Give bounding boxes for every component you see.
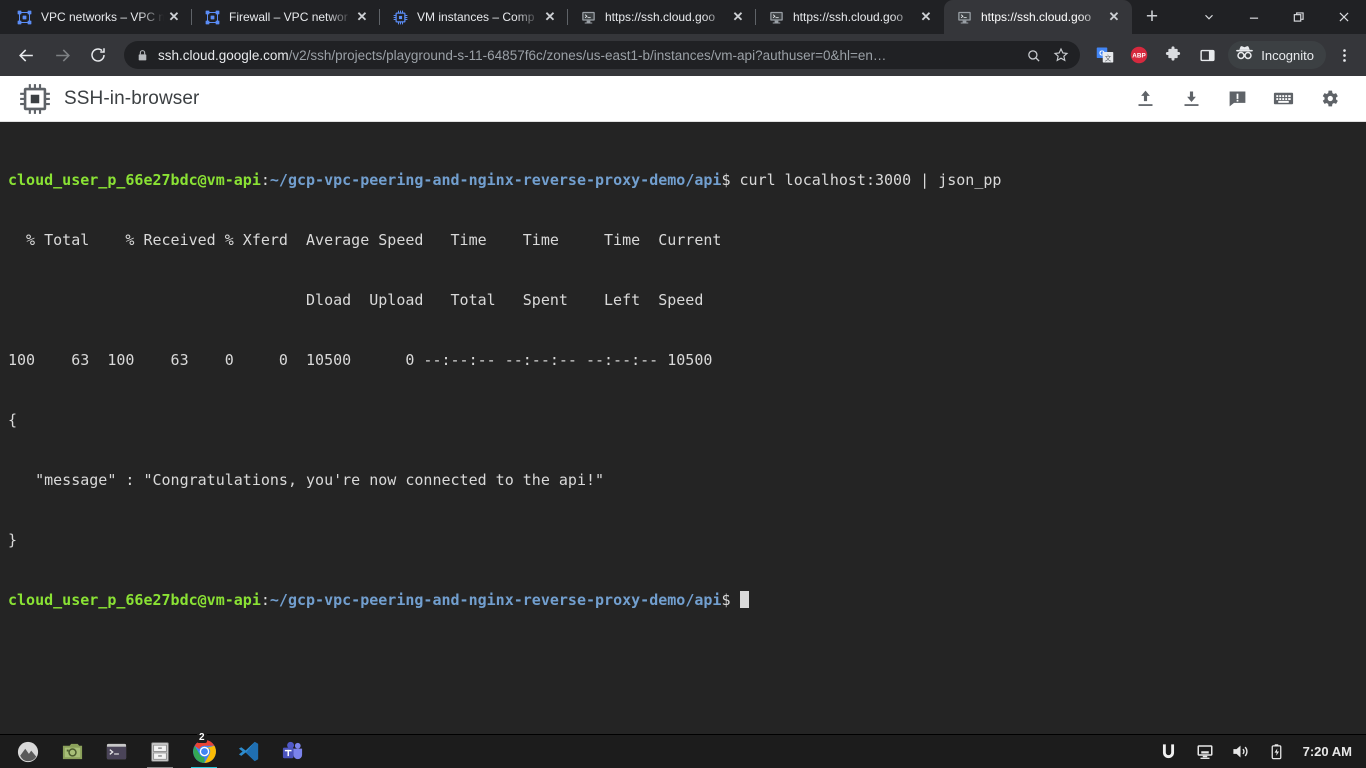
browser-toolbar: ssh.cloud.google.com/v2/ssh/projects/pla… xyxy=(0,34,1366,76)
terminal-output-line: "message" : "Congratulations, you're now… xyxy=(8,471,605,489)
prompt-user-host: cloud_user_p_66e27bdc@vm-api xyxy=(8,591,261,609)
volume-icon[interactable] xyxy=(1227,738,1255,766)
tab-label: https://ssh.cloud.goo xyxy=(793,10,904,24)
vpc-network-icon xyxy=(16,9,32,25)
terminal-output[interactable]: cloud_user_p_66e27bdc@vm-api:~/gcp-vpc-p… xyxy=(0,122,1366,734)
restore-icon[interactable] xyxy=(1276,0,1321,34)
tab-ssh-3-active[interactable]: https://ssh.cloud.goo ✕ xyxy=(944,0,1132,34)
terminal-output-line: 100 63 100 63 0 0 10500 0 --:--:-- --:--… xyxy=(8,351,713,369)
svg-text:ABP: ABP xyxy=(1133,53,1147,60)
terminal-prompt-line-2: cloud_user_p_66e27bdc@vm-api:~/gcp-vpc-p… xyxy=(8,590,1366,610)
chrome-window-count-badge: 2 xyxy=(197,731,207,743)
kebab-menu-icon[interactable] xyxy=(1330,41,1358,69)
close-icon[interactable] xyxy=(1321,0,1366,34)
search-magnifier-icon[interactable] xyxy=(1020,42,1046,68)
url-path: /v2/ssh/projects/playground-s-11-64857f6… xyxy=(288,47,887,63)
terminal-output-line: { xyxy=(8,411,18,429)
window-controls xyxy=(1186,0,1366,34)
tab-close-icon[interactable]: ✕ xyxy=(540,7,560,27)
unifi-icon[interactable] xyxy=(1155,738,1183,766)
terminal-output-line: Dload Upload Total Spent Left Speed xyxy=(8,291,704,309)
download-icon[interactable] xyxy=(1168,79,1214,119)
compute-chip-icon xyxy=(392,9,408,25)
side-panel-icon[interactable] xyxy=(1193,41,1221,69)
display-icon[interactable] xyxy=(1191,738,1219,766)
screenshot-tool-icon[interactable] xyxy=(55,737,89,767)
reload-icon[interactable] xyxy=(83,40,113,70)
block-cursor xyxy=(739,591,749,608)
show-apps-icon[interactable] xyxy=(11,737,45,767)
google-chrome-icon[interactable]: 2 xyxy=(187,732,221,768)
browser-window: VPC networks – VPC netw ✕ xyxy=(0,0,1366,768)
prompt-separator: : xyxy=(260,171,270,189)
terminal-output-line: % Total % Received % Xferd Average Speed… xyxy=(8,231,722,249)
ssh-terminal-icon xyxy=(956,9,972,25)
url-host: ssh.cloud.google.com xyxy=(158,47,289,63)
tab-ssh-1[interactable]: https://ssh.cloud.goo ✕ xyxy=(568,0,756,34)
taskbar-clock[interactable]: 7:20 AM xyxy=(1303,744,1352,759)
tab-ssh-2[interactable]: https://ssh.cloud.goo ✕ xyxy=(756,0,944,34)
prompt-path: ~/gcp-vpc-peering-and-nginx-reverse-prox… xyxy=(269,171,722,189)
back-arrow-icon[interactable] xyxy=(11,40,41,70)
tab-close-icon[interactable]: ✕ xyxy=(728,7,748,27)
minimize-icon[interactable] xyxy=(1231,0,1276,34)
page-title: SSH-in-browser xyxy=(64,87,200,109)
prompt-user-host: cloud_user_p_66e27bdc@vm-api xyxy=(8,171,261,189)
compute-chip-icon xyxy=(18,82,52,116)
incognito-label: Incognito xyxy=(1261,47,1314,63)
forward-arrow-icon[interactable] xyxy=(47,40,77,70)
terminal-prompt-line-1: cloud_user_p_66e27bdc@vm-api:~/gcp-vpc-p… xyxy=(8,170,1366,190)
system-tray: 7:20 AM xyxy=(1151,738,1360,766)
ssh-toolbar xyxy=(1122,79,1352,119)
lock-icon xyxy=(136,49,149,62)
terminal-output-line: } xyxy=(8,531,18,549)
prompt-separator: : xyxy=(260,591,270,609)
battery-charging-icon[interactable] xyxy=(1263,738,1291,766)
tab-strip: VPC networks – VPC netw ✕ xyxy=(0,0,1366,34)
svg-text:文: 文 xyxy=(1105,53,1112,62)
tab-label: https://ssh.cloud.goo xyxy=(981,10,1092,24)
vscode-icon[interactable] xyxy=(231,737,265,767)
google-translate-icon[interactable]: G 文 xyxy=(1091,41,1119,69)
tab-close-icon[interactable]: ✕ xyxy=(164,7,184,27)
tab-search-chevron-down-icon[interactable] xyxy=(1186,0,1231,34)
url-text: ssh.cloud.google.com/v2/ssh/projects/pla… xyxy=(158,48,1018,63)
ssh-terminal-icon xyxy=(580,9,596,25)
file-manager-icon[interactable] xyxy=(143,737,177,768)
feedback-icon[interactable] xyxy=(1214,79,1260,119)
prompt-path: ~/gcp-vpc-peering-and-nginx-reverse-prox… xyxy=(269,591,722,609)
keyboard-icon[interactable] xyxy=(1260,79,1306,119)
tab-vpc-networks[interactable]: VPC networks – VPC netw ✕ xyxy=(4,0,192,34)
tab-label: Firewall – VPC networ xyxy=(229,10,348,24)
tab-vm-instances[interactable]: VM instances – Comp ✕ xyxy=(380,0,568,34)
star-bookmark-icon[interactable] xyxy=(1048,42,1074,68)
tab-close-icon[interactable]: ✕ xyxy=(916,7,936,27)
terminal-command: curl localhost:3000 | json_pp xyxy=(730,171,1002,189)
ssh-terminal-icon xyxy=(768,9,784,25)
terminal-app-icon[interactable] xyxy=(99,737,133,767)
tab-firewall[interactable]: Firewall – VPC networ ✕ xyxy=(192,0,380,34)
incognito-badge[interactable]: Incognito xyxy=(1228,41,1326,69)
incognito-spy-icon xyxy=(1234,42,1255,68)
tab-label: VPC networks – VPC netw xyxy=(41,10,164,24)
extensions-puzzle-icon[interactable] xyxy=(1159,41,1187,69)
tab-close-icon[interactable]: ✕ xyxy=(1104,7,1124,27)
vpc-network-icon xyxy=(204,9,220,25)
os-taskbar: 2 7:20 AM xyxy=(0,732,1366,768)
gear-icon[interactable] xyxy=(1306,79,1352,119)
ssh-app-header: SSH-in-browser xyxy=(0,76,1366,122)
new-tab-button[interactable]: + xyxy=(1138,3,1166,31)
tab-close-icon[interactable]: ✕ xyxy=(352,7,372,27)
adblock-plus-icon[interactable]: ABP xyxy=(1125,41,1153,69)
microsoft-teams-icon[interactable] xyxy=(275,737,309,767)
address-bar[interactable]: ssh.cloud.google.com/v2/ssh/projects/pla… xyxy=(124,41,1081,69)
tab-label: VM instances – Comp xyxy=(417,10,535,24)
upload-icon[interactable] xyxy=(1122,79,1168,119)
tab-label: https://ssh.cloud.goo xyxy=(605,10,716,24)
